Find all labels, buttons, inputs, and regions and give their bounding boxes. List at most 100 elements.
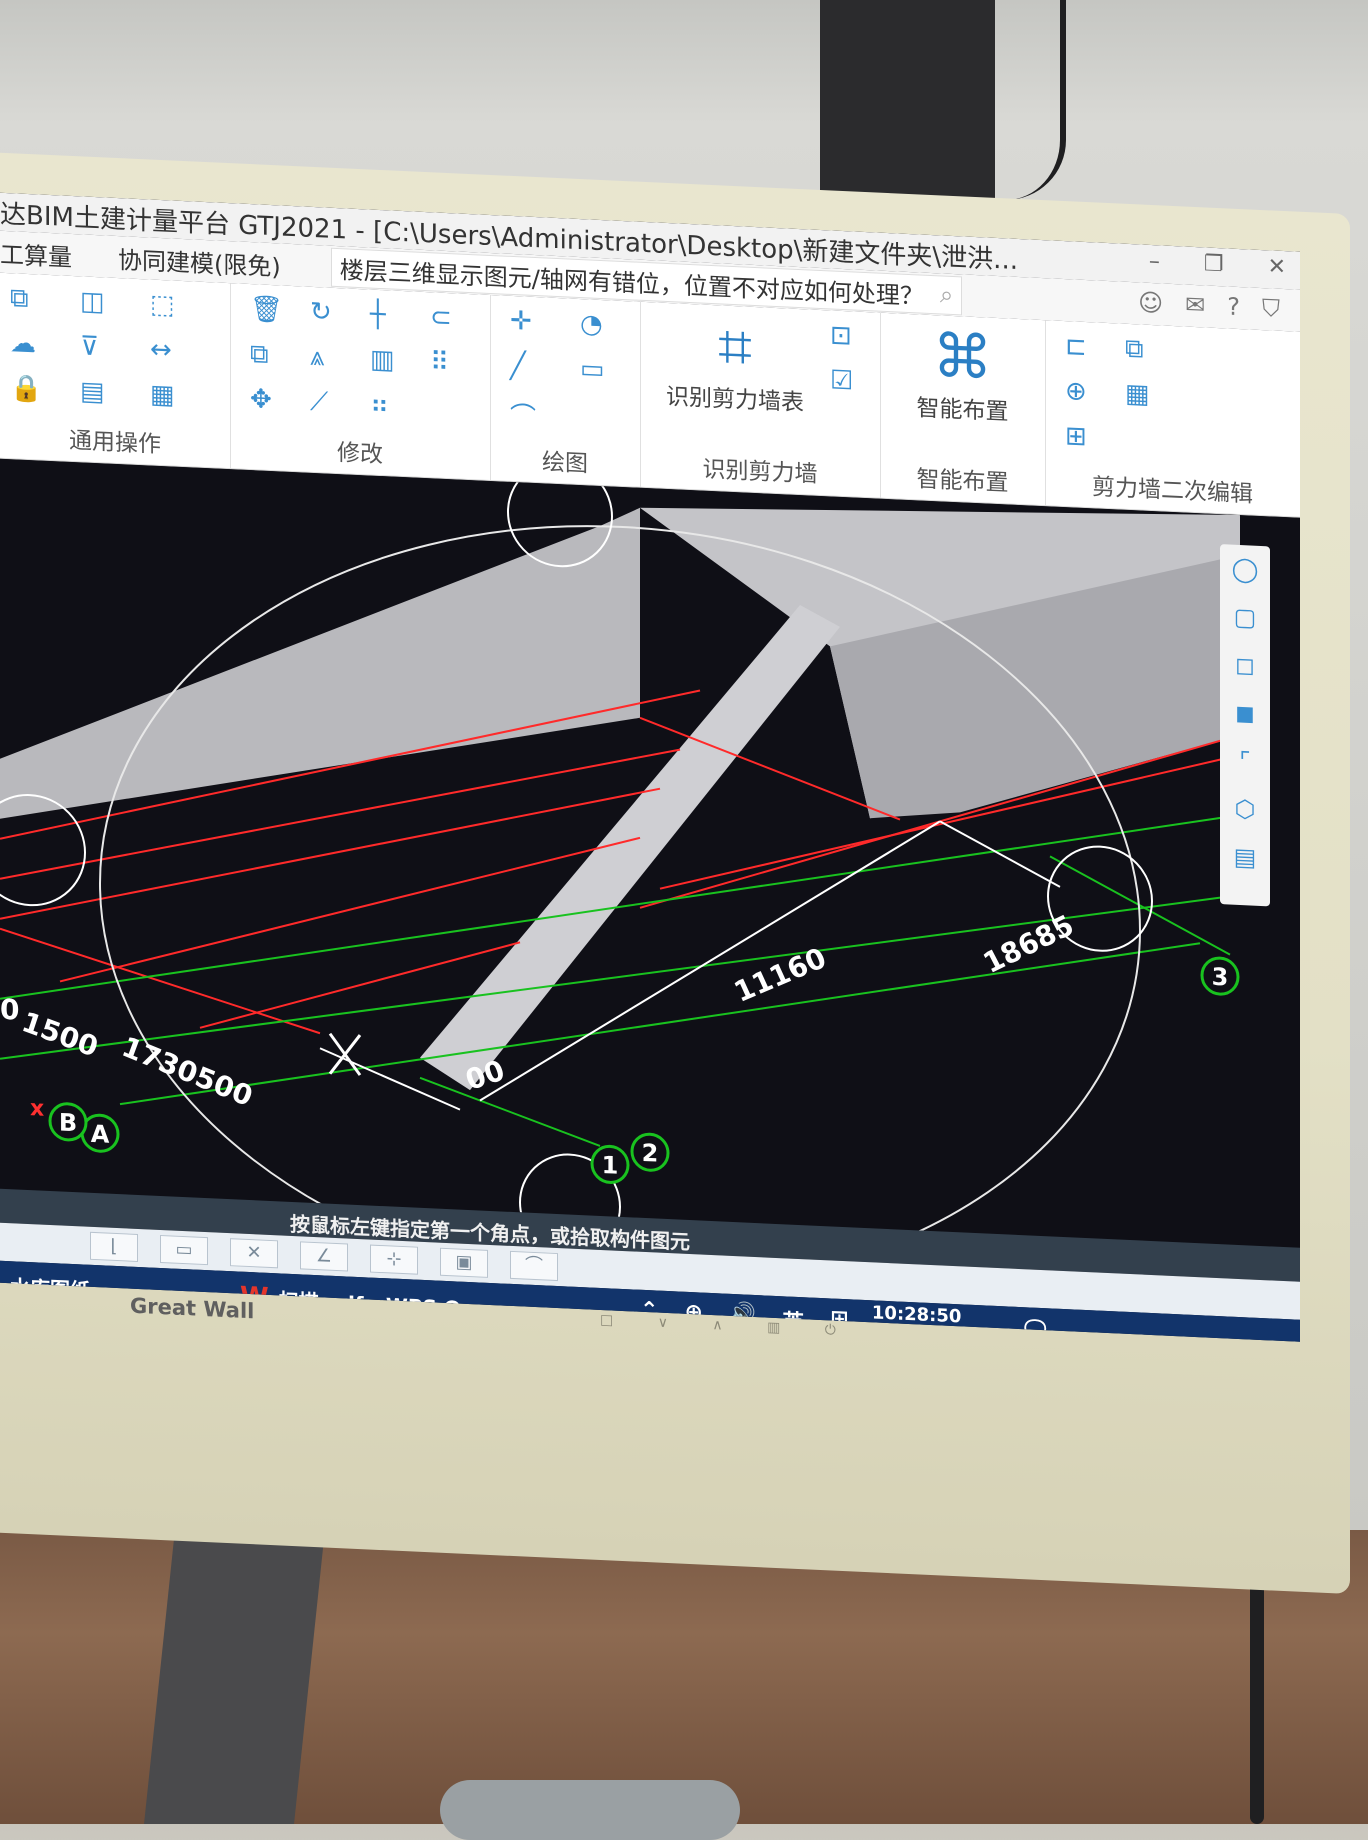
duplicate-icon[interactable]: ⧉: [250, 339, 269, 371]
point-icon[interactable]: ✛: [510, 306, 532, 337]
axis-x-marker: x: [30, 1096, 44, 1122]
close-icon[interactable]: ✕: [1268, 254, 1286, 280]
lock-icon[interactable]: 🔒: [10, 373, 42, 404]
dim-0: 0: [0, 993, 19, 1027]
view-3d-icon[interactable]: ⬡: [1220, 784, 1270, 834]
wall-edit-icon[interactable]: ⊏: [1065, 331, 1087, 362]
dim-11160: 11160: [729, 941, 831, 1009]
wall-grid-icon[interactable]: ▦: [1125, 379, 1150, 410]
taskbar-item-drawings[interactable]: 水库图纸: [10, 1271, 90, 1304]
window-controls: – ❐ ✕: [1149, 249, 1286, 280]
monitor-power-icon[interactable]: ⏻: [825, 1322, 856, 1339]
measure-icon[interactable]: ↔: [150, 335, 172, 366]
extend-icon[interactable]: ⟋: [310, 387, 328, 419]
copy-icon[interactable]: ⧉: [10, 283, 29, 315]
view-toolbar: ◯ ▢ ◻ ◼ ⌜ ⬡ ▤: [1220, 544, 1270, 907]
axis-b: B: [59, 1108, 77, 1137]
layer-icon[interactable]: ▤: [1220, 832, 1270, 882]
group-label-modify: 修改: [337, 440, 383, 469]
select-icon[interactable]: ◫: [80, 286, 105, 317]
smart-layout-button[interactable]: ⌘ 智能布置: [880, 321, 1045, 428]
rect-snap-button[interactable]: ▭: [160, 1234, 208, 1266]
align-icon[interactable]: ▥: [370, 345, 395, 376]
view-2d-icon[interactable]: ▢: [1220, 592, 1270, 642]
break-icon[interactable]: ⠶: [370, 390, 389, 421]
group-identify: ⌗ 识别剪力墙表 ⊡ ☑ 识别剪力墙: [640, 301, 881, 498]
taskbar-item-wps-label: 扫描.pdf - WPS O...: [278, 1287, 484, 1322]
restore-icon[interactable]: ❐: [1204, 251, 1224, 277]
screen: 达BIM土建计量平台 GTJ2021 - [C:\Users\Administr…: [0, 192, 1300, 1342]
clock-time: 10:28:50: [871, 1302, 962, 1328]
group-label-smart: 智能布置: [916, 466, 1009, 497]
monitor-up-icon[interactable]: ∧: [712, 1317, 742, 1334]
mouse-object: [440, 1780, 740, 1840]
cloud-icon[interactable]: ☁: [10, 328, 36, 359]
power-cable: [1000, 0, 1066, 200]
wall-set-icon[interactable]: ⊞: [1065, 421, 1087, 452]
viewport-canvas: 11160 18685 1500 1730500 00 0 1 2 3 A B …: [0, 461, 1241, 1248]
menu-item-collab[interactable]: 协同建模(限免): [118, 240, 281, 282]
monitor-stand-back: [820, 0, 995, 210]
smart-layout-icon: ⌘: [932, 321, 993, 394]
axis-a: A: [91, 1120, 110, 1149]
orbit-icon[interactable]: ◯: [1220, 544, 1270, 594]
search-icon[interactable]: ⌕: [940, 280, 953, 309]
zoom-window-icon[interactable]: ⌜: [1220, 736, 1270, 786]
identify-wall-table-button[interactable]: ⌗ 识别剪力墙表: [650, 310, 820, 418]
rotate-icon[interactable]: ↻: [310, 297, 332, 328]
menu-icons: ☺ ✉ ? ⛉: [1138, 288, 1280, 322]
arc-snap-button[interactable]: ⌒: [510, 1250, 558, 1282]
axis-2: 2: [642, 1139, 659, 1168]
chat-icon[interactable]: ✉: [1185, 291, 1205, 320]
group-general: ⧉ ◫ ⬚ ☁ ⊽ ↔ 🔒 ▤ ▦ 通用操作: [0, 272, 231, 469]
display-button[interactable]: ▣: [440, 1247, 488, 1278]
group-label-draw: 绘图: [542, 449, 588, 478]
minimize-icon[interactable]: –: [1149, 249, 1160, 274]
identify-icon[interactable]: ⊡: [830, 320, 852, 351]
cross-snap-button[interactable]: ✕: [230, 1238, 278, 1269]
rect-icon[interactable]: ▭: [580, 354, 605, 385]
group-modify: 🗑 ↻ ┼ ⊂ ⧉ ⩓ ▥ ⠿ ✥ ⟋ ⠶ 修改: [230, 283, 491, 481]
angle-button[interactable]: ∠: [300, 1241, 348, 1272]
offset-snap-button[interactable]: ⊹: [370, 1244, 418, 1275]
solid-cube-icon[interactable]: ◼: [1220, 688, 1270, 738]
cube-icon[interactable]: ◻: [1220, 640, 1270, 690]
array-icon[interactable]: ⠿: [430, 347, 449, 378]
group-smart: ⌘ 智能布置 智能布置: [880, 312, 1046, 506]
offset-icon[interactable]: ⊂: [430, 302, 452, 333]
group-label-identify: 识别剪力墙: [702, 456, 818, 488]
notification-icon[interactable]: 🗨: [1020, 1315, 1050, 1342]
axis-1: 1: [602, 1151, 619, 1180]
user-icon[interactable]: ☺: [1138, 288, 1163, 317]
group-label-general: 通用操作: [69, 427, 161, 459]
pick-icon[interactable]: ⬚: [150, 290, 175, 321]
line-icon[interactable]: ╱: [510, 351, 526, 382]
trim-icon[interactable]: ┼: [370, 300, 386, 331]
filter-icon[interactable]: ⊽: [80, 331, 99, 362]
3d-viewport[interactable]: 11160 18685 1500 1730500 00 0 1 2 3 A B …: [0, 458, 1300, 1248]
move-icon[interactable]: ✥: [250, 384, 272, 415]
ortho-button[interactable]: ⌊: [90, 1231, 138, 1262]
clock[interactable]: 10:28:50 2022/11/19: [860, 1302, 973, 1341]
monitor-down-icon[interactable]: ∨: [658, 1315, 688, 1332]
wall-copy-icon[interactable]: ⧉: [1125, 334, 1144, 366]
monitor-bezel: 达BIM土建计量平台 GTJ2021 - [C:\Users\Administr…: [0, 150, 1350, 1595]
group-wall-edit: ⊏ ⧉ ⊕ ▦ ⊞ 剪力墙二次编辑: [1045, 320, 1300, 517]
monitor-menu-icon[interactable]: □: [600, 1312, 633, 1330]
check-icon[interactable]: ☑: [830, 365, 853, 396]
identify-wall-table-label: 识别剪力墙表: [666, 383, 804, 417]
monitor-input-icon[interactable]: ▥: [767, 1320, 800, 1338]
menu-item-calc[interactable]: 工算量: [0, 234, 72, 272]
delete-icon[interactable]: 🗑: [250, 294, 283, 325]
taskbar-item-wps[interactable]: W 扫描.pdf - WPS O...: [240, 1282, 483, 1323]
skin-icon[interactable]: ⛉: [1262, 294, 1280, 323]
monitor-mount: [144, 1520, 326, 1824]
arc-icon[interactable]: ⌒: [510, 396, 536, 434]
mirror-icon[interactable]: ⩓: [310, 342, 325, 374]
wall-split-icon[interactable]: ⊕: [1065, 376, 1087, 407]
help-icon[interactable]: ?: [1227, 292, 1240, 321]
wall-mass-left: [0, 507, 640, 819]
circle-icon[interactable]: ◔: [580, 309, 603, 340]
grid-icon[interactable]: ▦: [150, 380, 175, 411]
table-icon[interactable]: ▤: [80, 376, 105, 407]
